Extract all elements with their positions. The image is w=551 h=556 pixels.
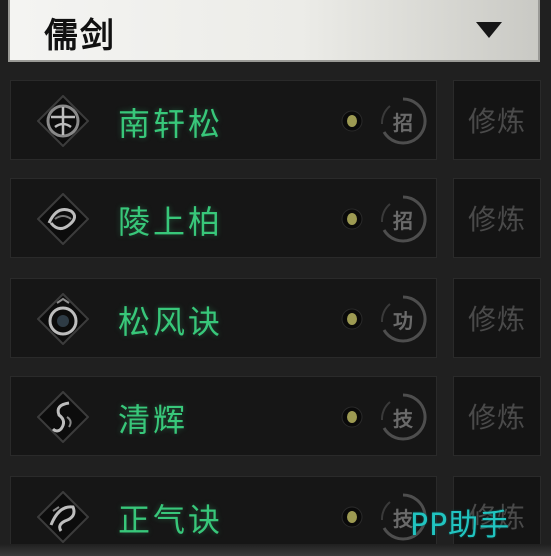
skill-name: 南轩松	[118, 105, 224, 143]
bottom-shadow	[0, 544, 551, 556]
skill-emblem-icon	[37, 391, 89, 443]
skill-card[interactable]: 清辉 技	[10, 376, 437, 456]
skill-card[interactable]: 南轩松 招	[10, 80, 437, 160]
skill-type-badge: 招	[378, 96, 428, 146]
watermark: PP助手	[410, 508, 511, 543]
jade-bead-icon	[341, 506, 363, 528]
skill-name: 陵上柏	[118, 203, 224, 241]
skill-emblem-icon	[37, 293, 89, 345]
skill-emblem-icon	[37, 491, 89, 543]
skill-row: 松风诀 功 修炼	[10, 278, 541, 358]
chevron-down-icon[interactable]	[476, 22, 502, 38]
train-button[interactable]: 修炼	[453, 80, 541, 160]
skill-type-badge: 招	[378, 194, 428, 244]
train-button[interactable]: 修炼	[453, 376, 541, 456]
skill-emblem-icon	[37, 193, 89, 245]
skill-row: 南轩松 招 修炼	[10, 80, 541, 160]
jade-bead-icon	[341, 406, 363, 428]
skill-type-badge: 技	[378, 392, 428, 442]
train-button[interactable]: 修炼	[453, 278, 541, 358]
skill-type-badge: 功	[378, 294, 428, 344]
skill-row: 清辉 技 修炼	[10, 376, 541, 456]
jade-bead-icon	[341, 208, 363, 230]
skill-name: 松风诀	[118, 303, 224, 341]
skill-name: 正气诀	[118, 501, 224, 539]
skill-type-label: 招	[393, 208, 413, 233]
school-title: 儒剑	[44, 16, 116, 56]
skill-emblem-icon	[37, 95, 89, 147]
skill-type-label: 技	[393, 406, 413, 431]
skill-name: 清辉	[118, 401, 189, 439]
skill-card[interactable]: 松风诀 功	[10, 278, 437, 358]
skill-type-label: 功	[393, 308, 413, 333]
skill-row: 陵上柏 招 修炼	[10, 178, 541, 258]
train-button[interactable]: 修炼	[453, 178, 541, 258]
jade-bead-icon	[341, 110, 363, 132]
skill-type-label: 招	[393, 110, 413, 135]
skill-card[interactable]: 陵上柏 招	[10, 178, 437, 258]
school-dropdown[interactable]: 儒剑	[8, 0, 540, 62]
jade-bead-icon	[341, 308, 363, 330]
